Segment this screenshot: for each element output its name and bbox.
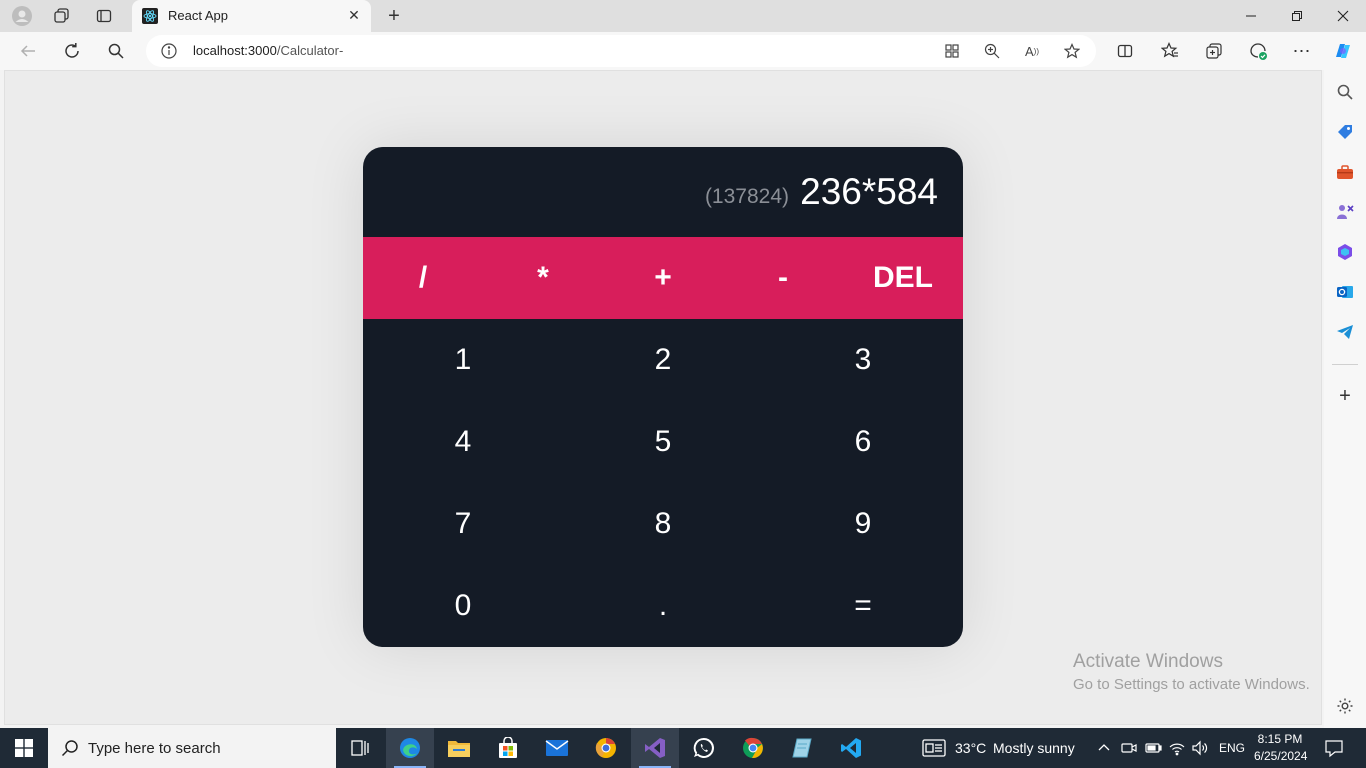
url-host: localhost:3000	[193, 43, 277, 58]
result-preview: (137824)	[704, 185, 789, 208]
chrome-canary-icon[interactable]	[582, 728, 630, 768]
sidebar-divider	[1332, 364, 1358, 365]
vscode-icon[interactable]	[827, 728, 875, 768]
chrome-icon[interactable]	[729, 728, 777, 768]
subtract-button[interactable]: -	[723, 237, 843, 319]
url-path: /Calculator-	[276, 43, 344, 58]
delete-button[interactable]: DEL	[843, 237, 963, 319]
digit-0-button[interactable]: 0	[363, 565, 563, 647]
calculator-display: (137824) 236*584	[363, 147, 963, 237]
battery-icon[interactable]	[1144, 739, 1162, 762]
favorites-icon[interactable]	[1158, 39, 1182, 63]
minimize-icon[interactable]	[1228, 0, 1274, 32]
expression-display: 236*584	[800, 171, 938, 212]
add-icon[interactable]: +	[1335, 385, 1355, 407]
shopping-tag-icon[interactable]	[1335, 122, 1355, 142]
restore-icon[interactable]	[1274, 0, 1320, 32]
digit-3-button[interactable]: 3	[763, 319, 963, 401]
copilot-icon[interactable]	[1331, 39, 1355, 63]
taskbar-search[interactable]: Type here to search	[48, 728, 336, 768]
weather-condition[interactable]: Mostly sunny	[993, 740, 1075, 756]
refresh-icon[interactable]	[60, 39, 84, 63]
digit-6-button[interactable]: 6	[763, 401, 963, 483]
taskbar: Type here to search 33°C Mostly sunny EN…	[0, 728, 1366, 768]
address-bar[interactable]: localhost:3000/Calculator- A))	[146, 35, 1096, 67]
mail-icon[interactable]	[533, 728, 581, 768]
task-view-icon[interactable]	[336, 728, 384, 768]
outlook-icon[interactable]	[1335, 282, 1355, 302]
app-available-icon[interactable]	[942, 41, 962, 61]
clock-date: 6/25/2024	[1254, 749, 1308, 763]
workspaces-icon[interactable]	[52, 6, 72, 26]
visual-studio-icon[interactable]	[631, 728, 679, 768]
multiply-button[interactable]: *	[483, 237, 603, 319]
react-icon	[142, 8, 158, 24]
digit-pad: 1 2 3 4 5 6 7 8 9 0 . =	[363, 319, 963, 647]
chevron-up-icon[interactable]	[1096, 740, 1112, 761]
back-arrow-icon[interactable]	[16, 39, 40, 63]
tab-actions-icon[interactable]	[94, 6, 114, 26]
store-icon[interactable]	[484, 728, 532, 768]
telegram-icon[interactable]	[1335, 322, 1355, 342]
new-tab-icon[interactable]: +	[382, 4, 406, 28]
browser-toolbar: localhost:3000/Calculator- A)) ⋯	[0, 32, 1366, 70]
digit-9-button[interactable]: 9	[763, 483, 963, 565]
star-icon[interactable]	[1062, 41, 1082, 61]
edge-sidebar: +	[1324, 70, 1366, 728]
search-placeholder: Type here to search	[88, 740, 221, 757]
office-icon[interactable]	[1335, 242, 1355, 262]
divide-button[interactable]: /	[363, 237, 483, 319]
start-icon[interactable]	[0, 728, 48, 768]
volume-icon[interactable]	[1191, 739, 1209, 762]
more-icon[interactable]: ⋯	[1290, 39, 1314, 63]
whatsapp-icon[interactable]	[680, 728, 728, 768]
meet-now-icon[interactable]	[1120, 739, 1138, 762]
file-explorer-icon[interactable]	[435, 728, 483, 768]
activation-watermark: Activate Windows Go to Settings to activ…	[1073, 651, 1310, 693]
digit-4-button[interactable]: 4	[363, 401, 563, 483]
digit-2-button[interactable]: 2	[563, 319, 763, 401]
search-icon	[60, 738, 80, 758]
tab-react-app[interactable]: React App ✕	[132, 0, 371, 32]
zoom-icon[interactable]	[982, 41, 1002, 61]
weather-temp[interactable]: 33°C	[955, 740, 986, 756]
search-icon[interactable]	[104, 39, 128, 63]
tab-title: React App	[168, 8, 228, 23]
watermark-subtitle: Go to Settings to activate Windows.	[1073, 676, 1310, 693]
wifi-icon[interactable]	[1168, 739, 1186, 762]
notepad-icon[interactable]	[778, 728, 826, 768]
decimal-button[interactable]: .	[563, 565, 763, 647]
weather-icon[interactable]	[922, 738, 946, 763]
info-icon[interactable]	[160, 42, 178, 60]
close-tab-icon[interactable]: ✕	[345, 6, 363, 24]
url-text[interactable]: localhost:3000/Calculator-	[193, 43, 343, 58]
digit-1-button[interactable]: 1	[363, 319, 563, 401]
digit-8-button[interactable]: 8	[563, 483, 763, 565]
clock[interactable]: 8:15 PM 6/25/2024	[1254, 731, 1308, 765]
profile-icon[interactable]	[12, 6, 32, 26]
read-aloud-icon[interactable]: A))	[1022, 41, 1042, 61]
digit-5-button[interactable]: 5	[563, 401, 763, 483]
edge-icon[interactable]	[386, 728, 434, 768]
operator-bar: / * + - DEL	[363, 237, 963, 319]
tab-strip: React App ✕ +	[0, 0, 1366, 32]
watermark-title: Activate Windows	[1073, 651, 1223, 672]
search-icon[interactable]	[1335, 82, 1355, 102]
games-icon[interactable]	[1335, 202, 1355, 222]
settings-icon[interactable]	[1335, 696, 1355, 716]
clock-time: 8:15 PM	[1257, 732, 1303, 746]
split-screen-icon[interactable]	[1113, 39, 1137, 63]
language-indicator[interactable]: ENG	[1219, 741, 1245, 755]
collections-icon[interactable]	[1202, 39, 1226, 63]
equals-button[interactable]: =	[763, 565, 963, 647]
digit-7-button[interactable]: 7	[363, 483, 563, 565]
toolbox-icon[interactable]	[1335, 162, 1355, 182]
performance-icon[interactable]	[1246, 39, 1270, 63]
notification-icon[interactable]	[1324, 738, 1344, 763]
close-window-icon[interactable]	[1320, 0, 1366, 32]
add-button[interactable]: +	[603, 237, 723, 319]
calculator: (137824) 236*584 / * + - DEL 1 2 3 4 5 6…	[363, 147, 963, 647]
